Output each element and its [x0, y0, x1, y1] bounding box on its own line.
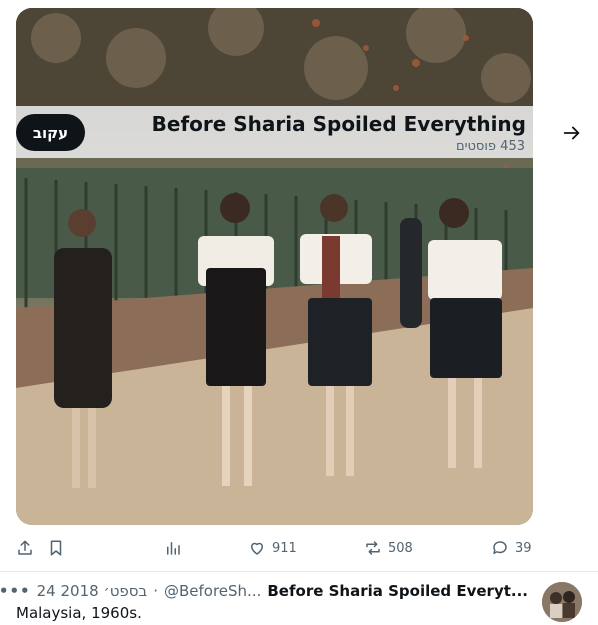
tweet-text: Malaysia, 1960s.	[16, 604, 142, 622]
post-image[interactable]	[16, 8, 533, 525]
reply-icon	[493, 541, 507, 554]
share-icon	[18, 540, 32, 555]
divider	[0, 571, 598, 572]
post-count: 453 פוסטים	[455, 139, 525, 154]
avatar-image	[542, 582, 582, 622]
like-count: 911	[272, 540, 297, 556]
arrow-right-icon[interactable]	[561, 122, 583, 144]
heart-icon	[251, 542, 263, 555]
author-handle[interactable]: @BeforeSh...	[164, 582, 261, 600]
action-bar: 911 508 39	[0, 536, 598, 562]
views-button[interactable]	[164, 536, 182, 560]
repost-icon	[366, 541, 380, 555]
bar-chart-icon	[167, 542, 180, 555]
repost-count: 508	[388, 540, 413, 556]
avatar[interactable]	[542, 582, 582, 622]
share-button[interactable]	[16, 536, 34, 560]
more-options-icon[interactable]: •••	[0, 582, 31, 600]
tweet-date[interactable]: 24 בספט׳ 2018	[37, 582, 148, 600]
reply-count: 39	[515, 540, 532, 556]
tweet-header: ••• 24 בספט׳ 2018 · @BeforeSh... Before …	[0, 582, 528, 600]
author-name[interactable]: Before Sharia Spoiled Everyt...	[267, 582, 528, 600]
bookmark-button[interactable]	[47, 536, 65, 560]
repost-button[interactable]: 508	[364, 536, 413, 560]
follow-button[interactable]: עקוב	[16, 114, 85, 151]
bookmark-icon	[50, 540, 62, 556]
community-title[interactable]: Before Sharia Spoiled Everything	[152, 112, 526, 136]
like-button[interactable]: 911	[248, 536, 297, 560]
separator: ·	[153, 582, 158, 600]
photo-illustration	[16, 8, 533, 525]
reply-button[interactable]: 39	[491, 536, 532, 560]
